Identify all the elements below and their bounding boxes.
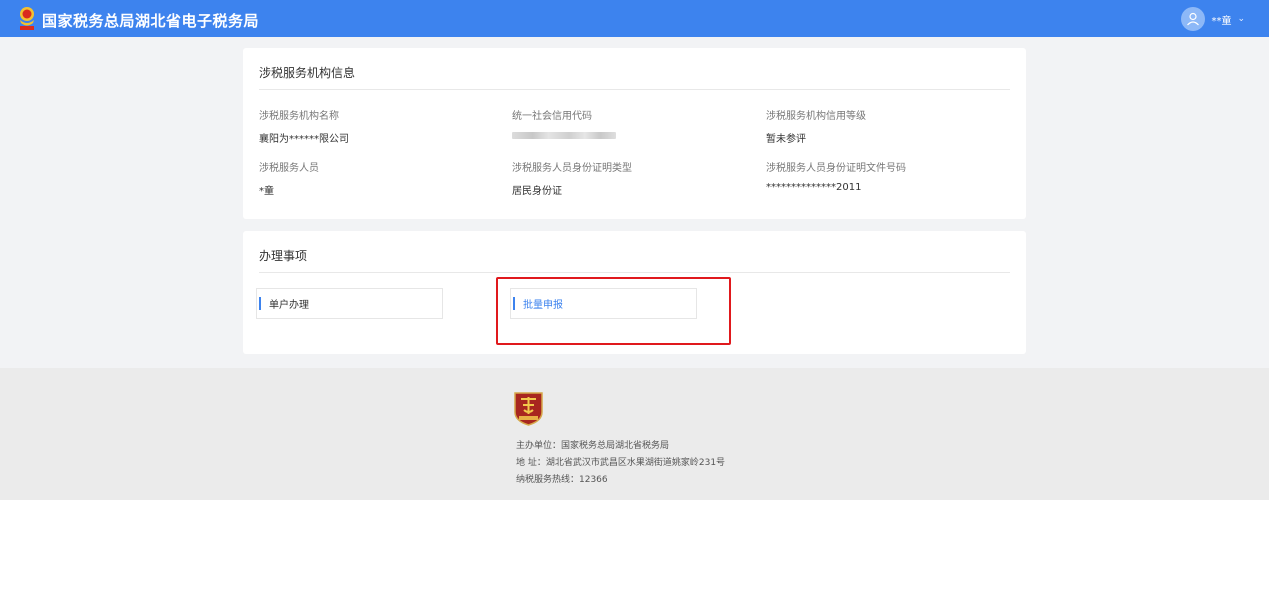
field-staff-name: 涉税服务人员 *童 — [259, 159, 319, 197]
footer-address: 地 址：湖北省武汉市武昌区水果湖街道姚家岭231号 — [516, 458, 726, 468]
tasks-title: 办理事项 — [259, 249, 308, 263]
field-value: **************2011 — [766, 182, 862, 193]
field-credit-level: 涉税服务机构信用等级 暂未参评 — [766, 107, 866, 145]
field-credit-code: 统一社会信用代码 — [512, 107, 616, 139]
footer-hotline: 纳税服务热线：12366 — [516, 475, 608, 485]
field-label: 统一社会信用代码 — [512, 111, 592, 122]
field-label: 涉税服务机构名称 — [259, 111, 339, 122]
field-value: *童 — [259, 186, 274, 197]
field-label: 涉税服务人员身份证明文件号码 — [766, 163, 906, 174]
footer-sponsor: 主办单位：国家税务总局湖北省税务局 — [516, 441, 670, 451]
field-label: 涉税服务人员 — [259, 163, 319, 174]
top-header: 国家税务总局湖北省电子税务局 **童 ⌄ — [0, 0, 1269, 37]
field-id-number: 涉税服务人员身份证明文件号码 **************2011 — [766, 159, 906, 193]
site-title[interactable]: 国家税务总局湖北省电子税务局 — [42, 10, 259, 31]
task-label: 单户办理 — [269, 300, 309, 311]
divider — [259, 89, 1010, 90]
single-handle-button[interactable]: 单户办理 — [256, 288, 443, 319]
user-menu[interactable]: **童 ⌄ — [1181, 7, 1245, 31]
agency-info-card: 涉税服务机构信息 涉税服务机构名称 襄阳为******限公司 统一社会信用代码 … — [243, 48, 1026, 219]
field-label: 涉税服务人员身份证明类型 — [512, 163, 632, 174]
agency-info-title: 涉税服务机构信息 — [259, 66, 356, 80]
field-id-type: 涉税服务人员身份证明类型 居民身份证 — [512, 159, 632, 197]
divider — [259, 272, 1010, 273]
tax-emblem-icon — [20, 7, 34, 30]
field-label: 涉税服务机构信用等级 — [766, 111, 866, 122]
footer: 主办单位：国家税务总局湖北省税务局 地 址：湖北省武汉市武昌区水果湖街道姚家岭2… — [0, 368, 1269, 500]
avatar[interactable] — [1181, 7, 1206, 31]
highlight-box — [496, 277, 731, 345]
field-value: 襄阳为******限公司 — [259, 134, 349, 145]
field-value: 居民身份证 — [512, 186, 562, 197]
user-icon — [1187, 12, 1200, 26]
masked-credit-code — [512, 132, 616, 139]
tax-shield-logo-icon — [514, 392, 543, 426]
field-value: 暂未参评 — [766, 134, 806, 145]
user-name[interactable]: **童 — [1211, 12, 1231, 27]
chevron-down-icon[interactable]: ⌄ — [1237, 14, 1245, 24]
field-agency-name: 涉税服务机构名称 襄阳为******限公司 — [259, 107, 349, 145]
accent-bar — [259, 297, 261, 310]
